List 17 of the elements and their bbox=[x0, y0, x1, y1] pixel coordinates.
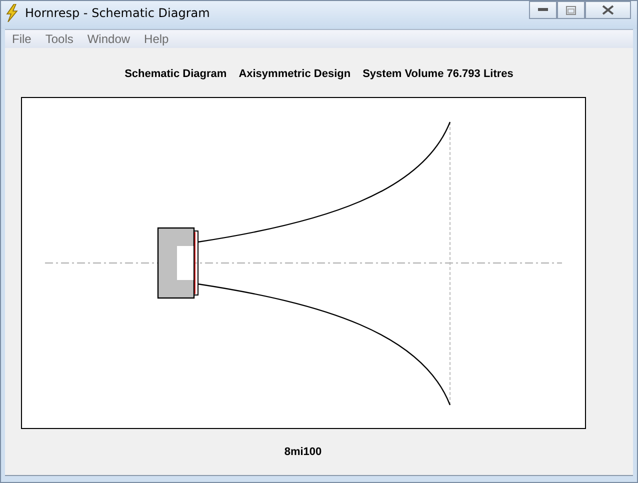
driver-drawing bbox=[156, 227, 198, 299]
minimize-icon bbox=[538, 8, 548, 12]
minimize-button[interactable] bbox=[529, 1, 557, 19]
close-icon bbox=[602, 5, 614, 15]
menu-item[interactable]: Help bbox=[137, 32, 176, 46]
maximize-button[interactable] bbox=[557, 1, 585, 19]
lightning-icon bbox=[5, 4, 19, 22]
diagram-heading: Axisymmetric Design bbox=[238, 68, 351, 80]
menu-item[interactable]: Window bbox=[80, 32, 138, 46]
model-label: 8mi100 bbox=[284, 446, 322, 458]
diagram-heading: Schematic Diagram bbox=[124, 68, 227, 80]
menu-item[interactable]: File bbox=[5, 32, 38, 46]
menu-item[interactable]: Tools bbox=[38, 32, 80, 46]
diagram-heading: System Volume 76.793 Litres bbox=[362, 68, 514, 80]
maximize-icon bbox=[566, 6, 576, 14]
close-button[interactable] bbox=[585, 1, 631, 19]
window-title: Hornresp - Schematic Diagram bbox=[25, 6, 210, 20]
